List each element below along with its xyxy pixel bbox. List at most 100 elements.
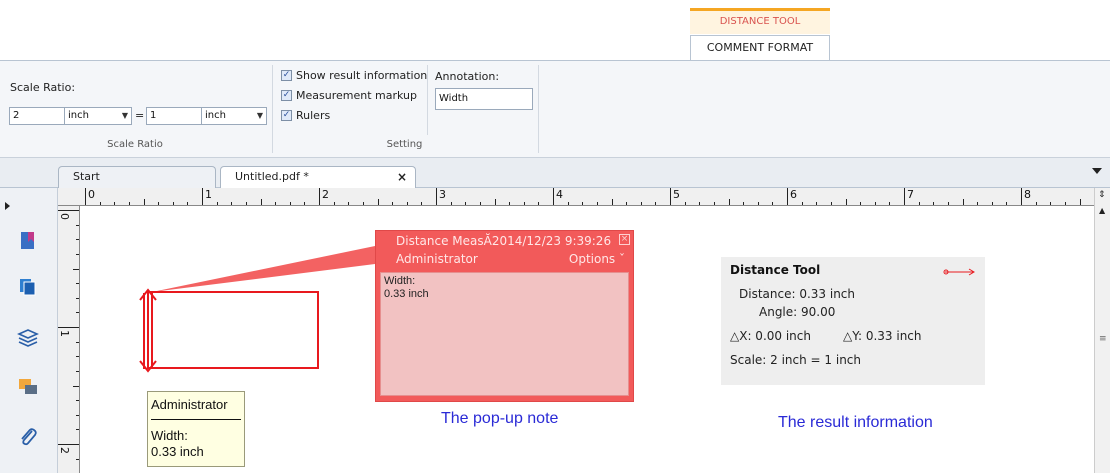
rulers-checkbox[interactable]: ✓ Rulers <box>281 107 330 123</box>
ruler-number: 3 <box>439 188 446 201</box>
tab-start[interactable]: Start <box>58 166 216 188</box>
ruler-tick <box>128 202 130 205</box>
checkbox-checked-icon: ✓ <box>281 109 292 121</box>
ruler-tick <box>655 202 657 205</box>
popup-body-text[interactable]: Width: 0.33 inch <box>380 272 629 396</box>
scale-left-unit-value: inch <box>68 110 89 121</box>
ruler-tick <box>99 202 101 205</box>
popup-options-menu[interactable]: Options ˇ <box>569 252 625 266</box>
scale-left-value-input[interactable]: 2 <box>9 107 65 125</box>
ruler-tick <box>933 202 935 205</box>
ruler-number: 5 <box>673 188 680 201</box>
paperclip-icon[interactable] <box>17 426 39 448</box>
ruler-tick <box>684 202 686 205</box>
ruler-tick <box>757 202 759 205</box>
ruler-tick <box>260 199 262 205</box>
ruler-tick <box>523 202 525 205</box>
pages-icon[interactable] <box>17 276 39 298</box>
close-icon[interactable]: × <box>619 234 630 245</box>
ruler-tick <box>1035 202 1037 205</box>
result-angle: Angle: 90.00 <box>759 305 836 319</box>
ruler-tick <box>699 202 701 205</box>
scale-left-unit-select[interactable]: inch ▼ <box>64 107 132 125</box>
horizontal-ruler: 0 1 2 3 4 5 6 7 8 <box>58 188 1094 206</box>
scroll-up-icon[interactable]: ▲ <box>1099 206 1105 215</box>
tab-start-label: Start <box>73 170 100 183</box>
chevron-down-icon[interactable] <box>1092 168 1102 174</box>
ruler-tick <box>860 202 862 205</box>
ruler-tick <box>76 253 79 255</box>
setting-group-label: Setting <box>386 139 423 150</box>
ruler-tick <box>1050 202 1052 205</box>
show-result-info-checkbox[interactable]: ✓ Show result information <box>281 67 427 83</box>
chevron-down-icon: ▼ <box>256 111 263 120</box>
ruler-tick <box>377 199 379 205</box>
ruler-number: 6 <box>790 188 797 201</box>
group-divider <box>538 65 539 153</box>
close-icon[interactable]: × <box>397 167 407 187</box>
layers-icon[interactable] <box>17 326 39 348</box>
expand-panel-icon[interactable] <box>5 202 10 210</box>
ruler-tick <box>465 202 467 205</box>
vertical-scrollbar[interactable]: ⇕ ▲ ≡ <box>1094 188 1110 473</box>
tooltip-divider <box>151 419 241 420</box>
tooltip-author: Administrator <box>151 397 228 412</box>
result-information-panel: Distance Tool Distance: 0.33 inch Angle:… <box>721 257 985 385</box>
ruler-tick <box>479 202 481 205</box>
ruler-tick <box>76 356 79 358</box>
result-scale: Scale: 2 inch = 1 inch <box>730 353 862 367</box>
annotation-label: Annotation: <box>435 70 500 83</box>
measurement-markup-label: Measurement markup <box>296 88 417 102</box>
ruler-tick <box>158 202 160 205</box>
ruler-tick <box>772 202 774 205</box>
ruler-tick <box>76 370 79 372</box>
chevron-down-icon: ▼ <box>121 111 128 120</box>
context-tab-distance-tool[interactable]: DISTANCE TOOL <box>690 8 830 34</box>
ruler-number: 2 <box>58 447 71 454</box>
bookmark-icon[interactable] <box>17 230 39 252</box>
ruler-tick <box>1079 199 1081 205</box>
ruler-tick <box>538 202 540 205</box>
ruler-tick <box>73 268 79 270</box>
ruler-number: 4 <box>556 188 563 201</box>
ruler-tick <box>567 202 569 205</box>
vertical-ruler: 0 1 2 <box>58 206 80 473</box>
scale-right-value-input[interactable]: 1 <box>146 107 202 125</box>
ruler-tick <box>713 202 715 205</box>
document-tab-bar: Start Untitled.pdf * × <box>0 158 1110 188</box>
scale-right-unit-select[interactable]: inch ▼ <box>201 107 267 125</box>
ruler-tick <box>611 199 613 205</box>
ruler-tick <box>76 400 79 402</box>
ruler-tick <box>787 188 788 205</box>
ruler-tick <box>348 202 350 205</box>
comments-icon[interactable] <box>17 376 39 398</box>
ruler-number: 7 <box>907 188 914 201</box>
result-dy: △Y: 0.33 inch <box>843 329 922 343</box>
ruler-tick <box>333 202 335 205</box>
popup-title: Distance MeasĂ2014/12/23 9:39:26 <box>396 234 612 248</box>
ruler-tick <box>216 202 218 205</box>
result-dx: △X: 0.00 inch <box>730 329 811 343</box>
ruler-tick <box>76 458 79 460</box>
ruler-tick <box>319 188 320 205</box>
distance-tool-icon <box>943 268 975 276</box>
splitter-icon[interactable]: ⇕ <box>1098 190 1106 200</box>
ruler-tick <box>816 202 818 205</box>
ruler-tick <box>76 341 79 343</box>
ruler-tick <box>76 429 79 431</box>
tab-comment-format[interactable]: COMMENT FORMAT <box>690 35 830 60</box>
ruler-tick <box>58 210 79 211</box>
ruler-tick <box>450 202 452 205</box>
scroll-grip-icon[interactable]: ≡ <box>1099 334 1107 344</box>
scale-right-unit-value: inch <box>205 110 226 121</box>
popup-note[interactable]: Distance MeasĂ2014/12/23 9:39:26 × Admin… <box>375 230 634 402</box>
measurement-markup-checkbox[interactable]: ✓ Measurement markup <box>281 87 417 103</box>
tooltip-line1: Width: <box>151 428 188 443</box>
ruler-tick <box>406 202 408 205</box>
ruler-tick <box>743 202 745 205</box>
ruler-tick <box>1006 202 1008 205</box>
annotation-input[interactable]: Width <box>435 88 533 110</box>
popup-body-line2: 0.33 inch <box>384 288 429 300</box>
ruler-tick <box>114 202 116 205</box>
tab-untitled-pdf[interactable]: Untitled.pdf * × <box>220 166 416 188</box>
